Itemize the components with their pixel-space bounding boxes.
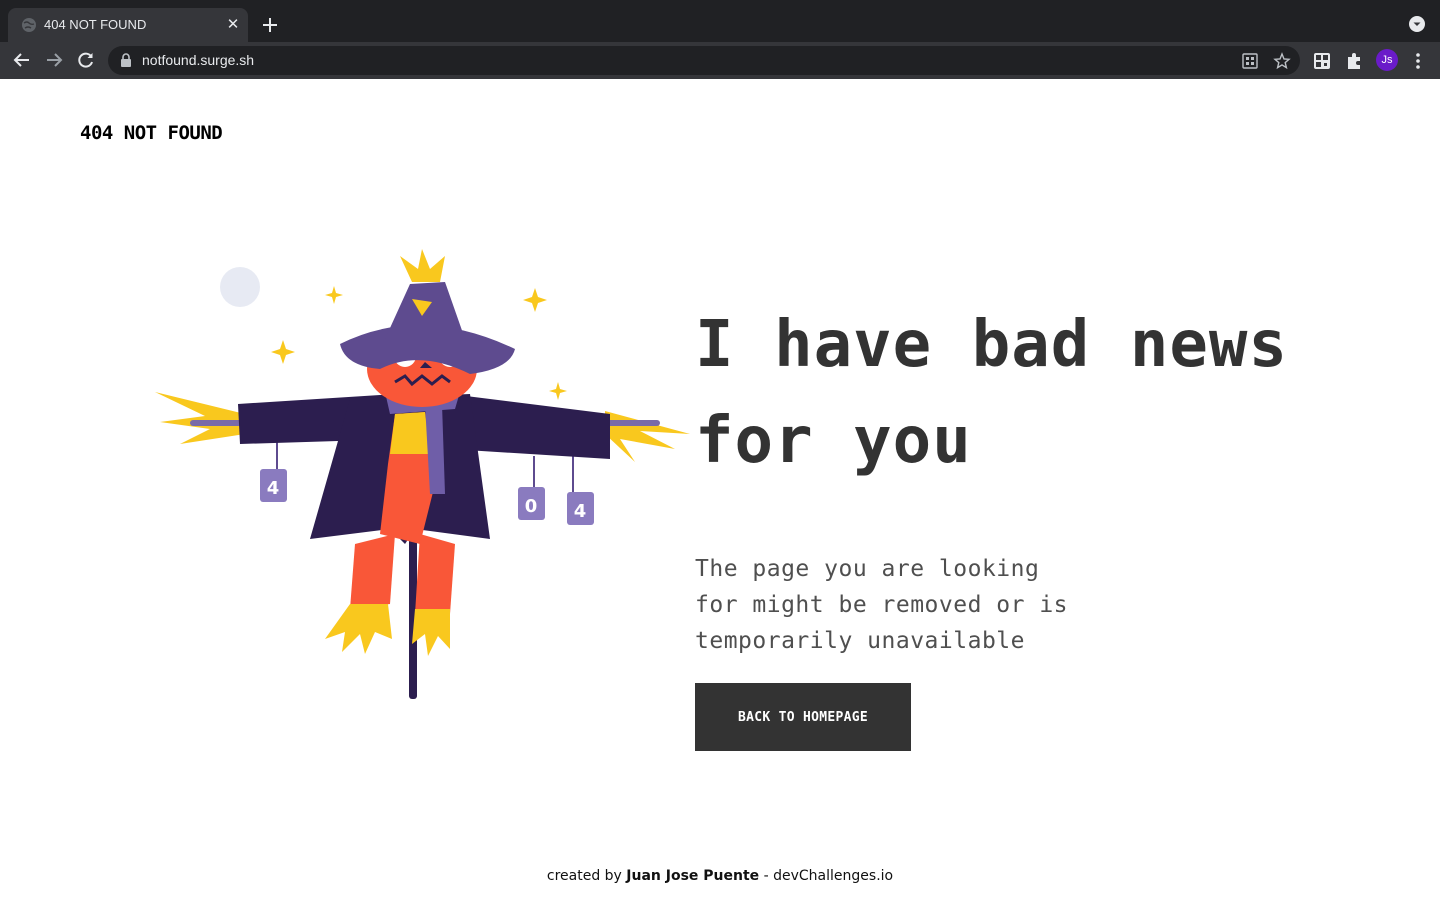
svg-text:4: 4 bbox=[574, 501, 587, 522]
address-bar[interactable]: notfound.surge.sh bbox=[108, 46, 1300, 75]
svg-text:4: 4 bbox=[267, 478, 280, 499]
browser-toolbar: notfound.surge.sh Js bbox=[0, 42, 1440, 79]
footer-separator: - bbox=[763, 868, 769, 884]
url-text: notfound.surge.sh bbox=[142, 52, 255, 68]
scarecrow-illustration: 4 0 4 bbox=[155, 249, 690, 699]
can-right: 4 bbox=[567, 492, 594, 525]
bookmark-star-icon[interactable] bbox=[1273, 52, 1291, 70]
tab-title: 404 NOT FOUND bbox=[44, 17, 147, 32]
page-footer: created by Juan Jose Puente - devChallen… bbox=[0, 868, 1440, 884]
globe-icon bbox=[22, 18, 36, 32]
lock-icon bbox=[121, 53, 131, 67]
footer-prefix: created by bbox=[546, 868, 622, 884]
page-content: 404 NOT FOUND 4 0 4 I have bad news for … bbox=[0, 79, 1440, 900]
site-logo[interactable]: 404 NOT FOUND bbox=[80, 122, 223, 144]
subtext-line-1: The page you are looking bbox=[695, 556, 1040, 582]
cast-qr-icon[interactable] bbox=[1241, 52, 1259, 70]
subtext-line-3: temporarily unavailable bbox=[695, 628, 1025, 654]
profile-avatar[interactable]: Js bbox=[1376, 49, 1398, 71]
page-subtext: The page you are looking for might be re… bbox=[695, 551, 1095, 659]
close-tab-icon[interactable]: ✕ bbox=[224, 16, 242, 34]
footer-site-link[interactable]: devChallenges.io bbox=[773, 868, 893, 884]
new-tab-icon[interactable] bbox=[259, 14, 281, 36]
headline-line-1: I have bad news bbox=[695, 308, 1288, 382]
back-arrow-icon[interactable] bbox=[12, 50, 32, 70]
tab-search-icon[interactable] bbox=[1408, 15, 1426, 33]
more-menu-icon[interactable] bbox=[1408, 51, 1428, 71]
moon-shape bbox=[220, 267, 260, 307]
reload-icon[interactable] bbox=[76, 50, 96, 70]
forward-arrow-icon[interactable] bbox=[44, 50, 64, 70]
footer-author: Juan Jose Puente bbox=[626, 868, 760, 884]
back-to-homepage-button[interactable]: BACK TO HOMEPAGE bbox=[695, 683, 911, 751]
qr-code-extension-icon[interactable] bbox=[1312, 51, 1332, 71]
browser-tab[interactable]: 404 NOT FOUND ✕ bbox=[8, 8, 248, 42]
browser-tabstrip: 404 NOT FOUND ✕ bbox=[0, 0, 1440, 42]
extensions-puzzle-icon[interactable] bbox=[1344, 51, 1364, 71]
svg-text:0: 0 bbox=[525, 496, 538, 517]
headline-line-2: for you bbox=[695, 404, 972, 478]
page-headline: I have bad news for you bbox=[695, 297, 1395, 489]
subtext-line-2: for might be removed or is bbox=[695, 592, 1069, 618]
can-middle: 0 bbox=[518, 487, 545, 520]
can-left: 4 bbox=[260, 469, 287, 502]
